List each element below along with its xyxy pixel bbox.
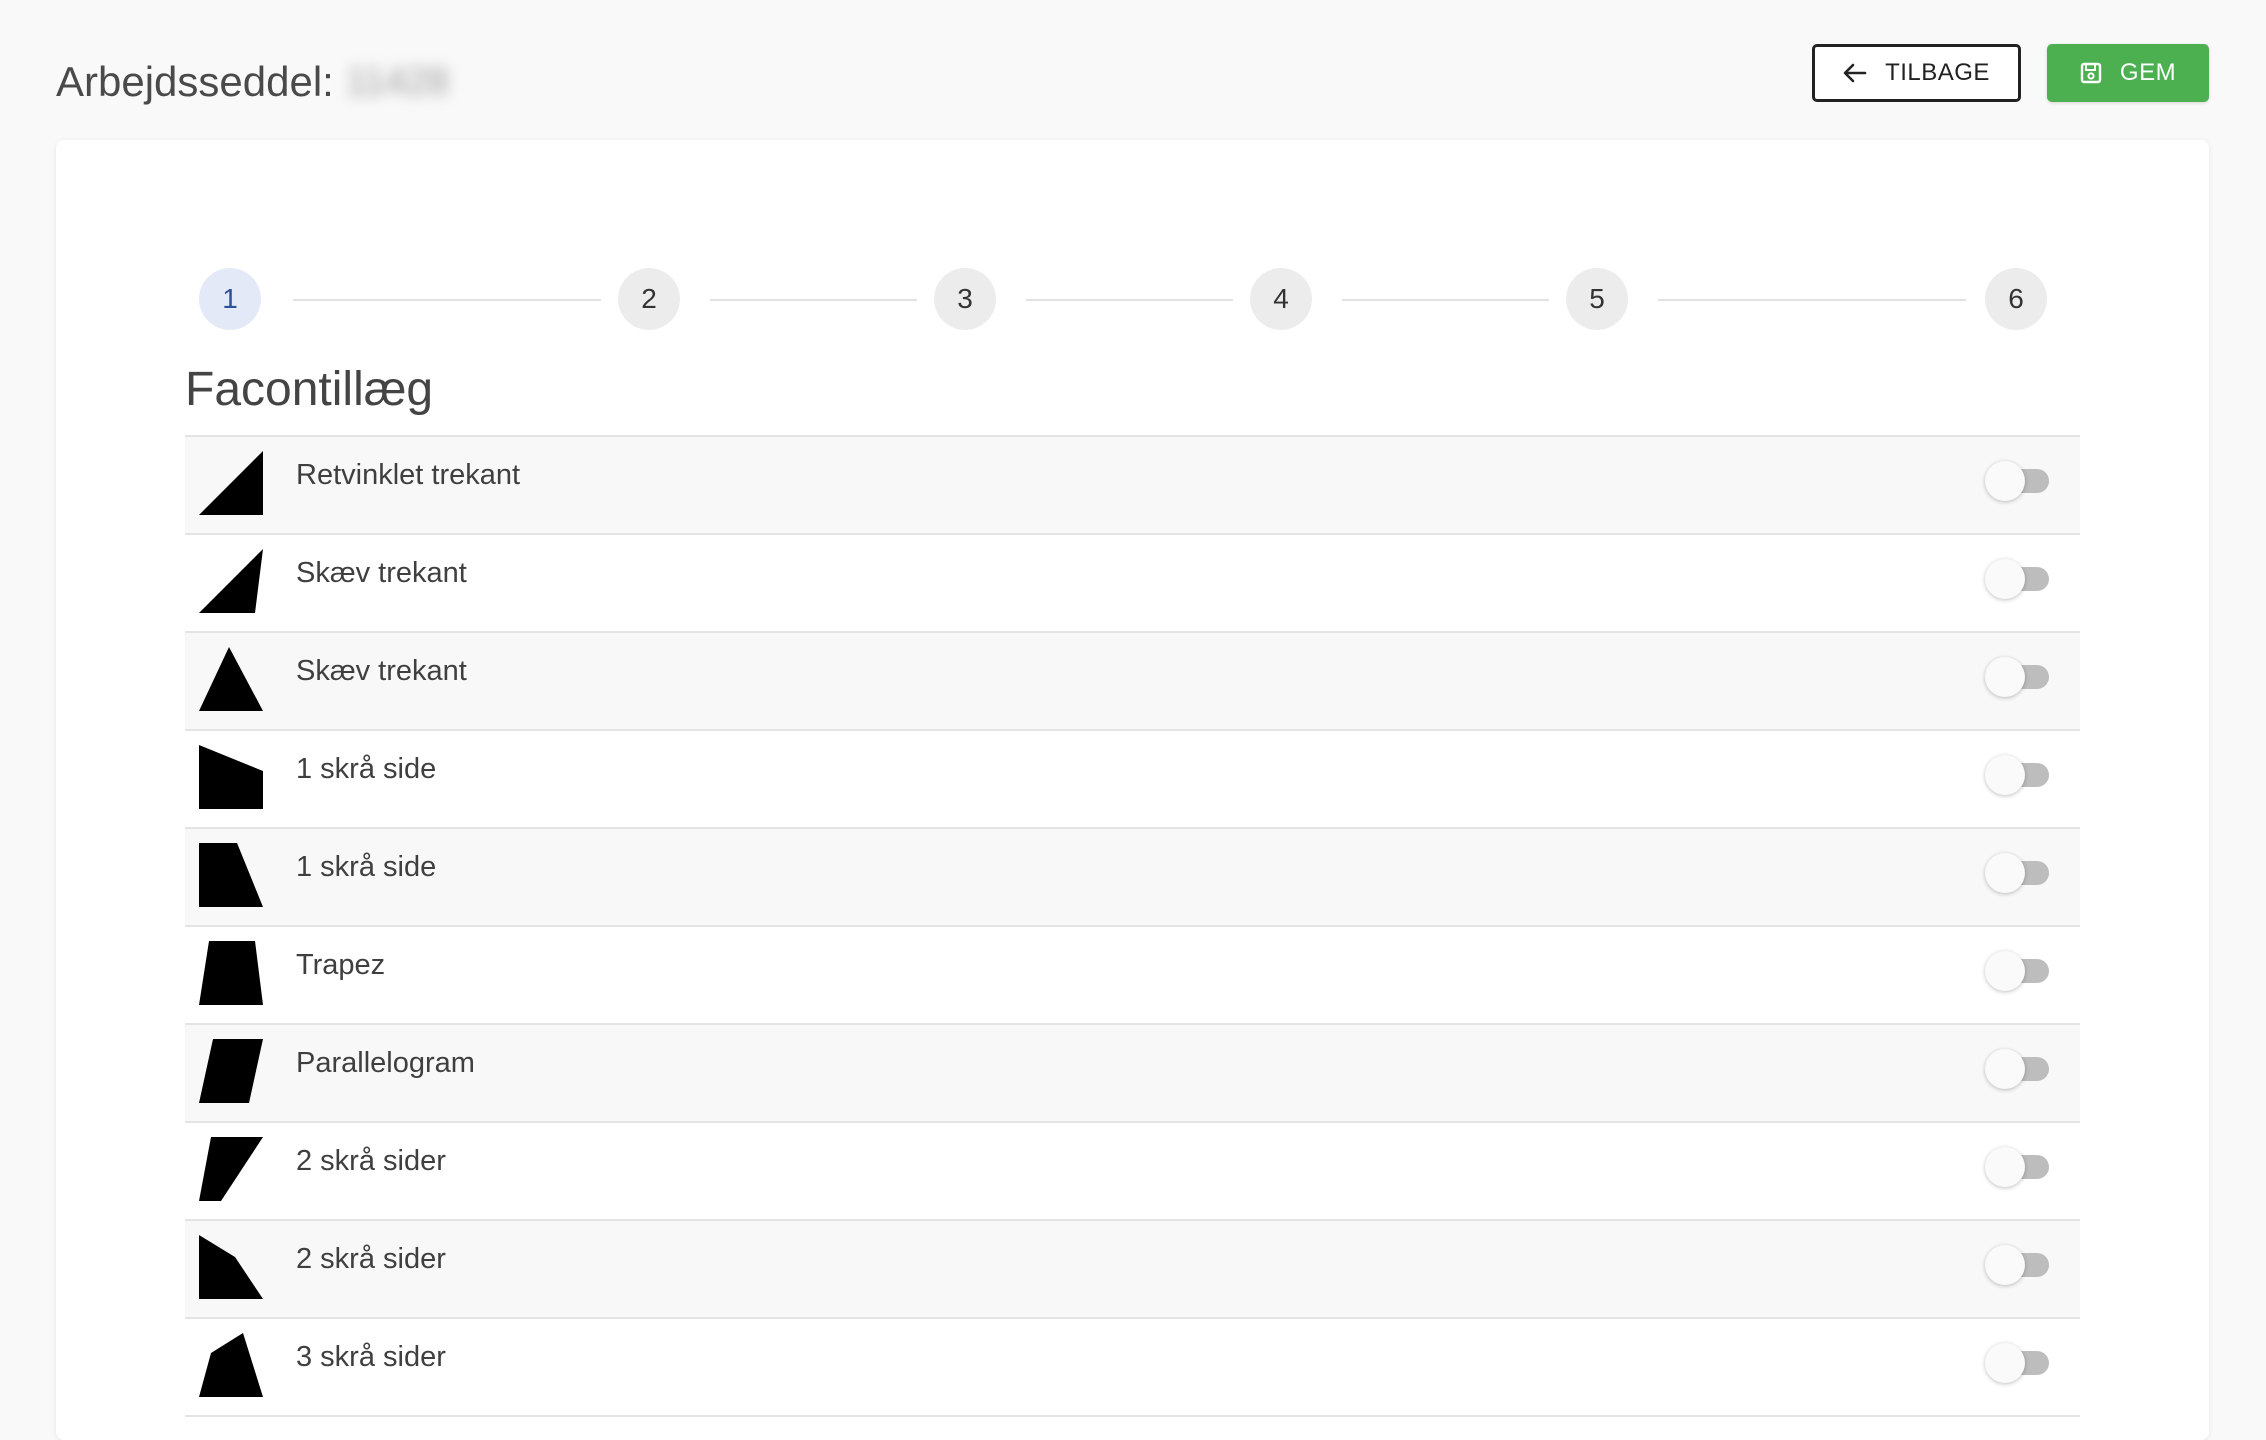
list-item-label: Trapez: [296, 949, 386, 981]
save-button[interactable]: GEM: [2047, 44, 2209, 102]
list-item: 2 skrå sider: [185, 1221, 2080, 1319]
page-header: Arbejdsseddel: 11428 TILBAGE GEM: [0, 0, 2266, 140]
list-item: Skæv trekant: [185, 633, 2080, 731]
toggle-switch[interactable]: [1985, 753, 2051, 795]
one-slanted-side-alt-icon: [199, 843, 263, 907]
save-button-label: GEM: [2119, 59, 2177, 86]
list-item-label: 3 skrå sider: [296, 1341, 446, 1373]
two-slanted-sides-alt-icon: [199, 1235, 263, 1299]
list-item-label: Skæv trekant: [296, 557, 467, 589]
arrow-left-icon: [1843, 63, 1867, 83]
list-item: 3 skrå sider: [185, 1319, 2080, 1417]
step-4[interactable]: 4: [1250, 268, 1312, 330]
parallelogram-icon: [199, 1039, 263, 1103]
toggle-switch[interactable]: [1985, 1243, 2051, 1285]
triangle-icon: [199, 647, 263, 711]
list-item-label: Retvinklet trekant: [296, 459, 521, 491]
page-title-text: Arbejdsseddel:: [56, 58, 334, 105]
step-connector: [293, 299, 601, 301]
list-item-label: 1 skrå side: [296, 851, 437, 883]
work-order-number: 11428: [345, 60, 449, 103]
list-item-label: 2 skrå sider: [296, 1145, 446, 1177]
toggle-switch[interactable]: [1985, 655, 2051, 697]
list-item: 1 skrå side: [185, 829, 2080, 927]
toggle-switch[interactable]: [1985, 851, 2051, 893]
shape-surcharge-list: Retvinklet trekant Skæv trekant Skæv tre…: [185, 435, 2080, 1417]
list-item: Trapez: [185, 927, 2080, 1025]
list-item: 1 skrå side: [185, 731, 2080, 829]
toggle-switch[interactable]: [1985, 557, 2051, 599]
step-5[interactable]: 5: [1566, 268, 1628, 330]
back-button-label: TILBAGE: [1885, 59, 1990, 86]
toggle-switch[interactable]: [1985, 1047, 2051, 1089]
list-item: Parallelogram: [185, 1025, 2080, 1123]
stepper: 1 2 3 4 5 6: [199, 268, 2105, 332]
two-slanted-sides-icon: [199, 1137, 263, 1201]
toggle-switch[interactable]: [1985, 949, 2051, 991]
step-2[interactable]: 2: [618, 268, 680, 330]
step-connector: [1026, 299, 1233, 301]
list-item-label: 2 skrå sider: [296, 1243, 446, 1275]
step-connector: [1342, 299, 1549, 301]
save-icon: [2080, 62, 2102, 84]
three-slanted-sides-icon: [199, 1333, 263, 1397]
step-3[interactable]: 3: [934, 268, 996, 330]
section-title: Facontillæg: [185, 363, 434, 416]
toggle-switch[interactable]: [1985, 1145, 2051, 1187]
back-button[interactable]: TILBAGE: [1812, 44, 2021, 102]
step-connector: [1658, 299, 1966, 301]
list-item-label: 1 skrå side: [296, 753, 437, 785]
skewed-triangle-icon: [199, 549, 263, 613]
list-item-label: Skæv trekant: [296, 655, 467, 687]
right-triangle-icon: [199, 451, 263, 515]
main-card: 1 2 3 4 5 6 Facontillæg Retvinklet treka…: [56, 140, 2209, 1440]
step-6[interactable]: 6: [1985, 268, 2047, 330]
list-item: Skæv trekant: [185, 535, 2080, 633]
list-item: 2 skrå sider: [185, 1123, 2080, 1221]
page-title: Arbejdsseddel: 11428: [56, 58, 449, 106]
toggle-switch[interactable]: [1985, 459, 2051, 501]
one-slanted-side-icon: [199, 745, 263, 809]
step-1[interactable]: 1: [199, 268, 261, 330]
trapezoid-icon: [199, 941, 263, 1005]
toggle-switch[interactable]: [1985, 1341, 2051, 1383]
step-connector: [710, 299, 917, 301]
list-item-label: Parallelogram: [296, 1047, 475, 1079]
list-item: Retvinklet trekant: [185, 437, 2080, 535]
